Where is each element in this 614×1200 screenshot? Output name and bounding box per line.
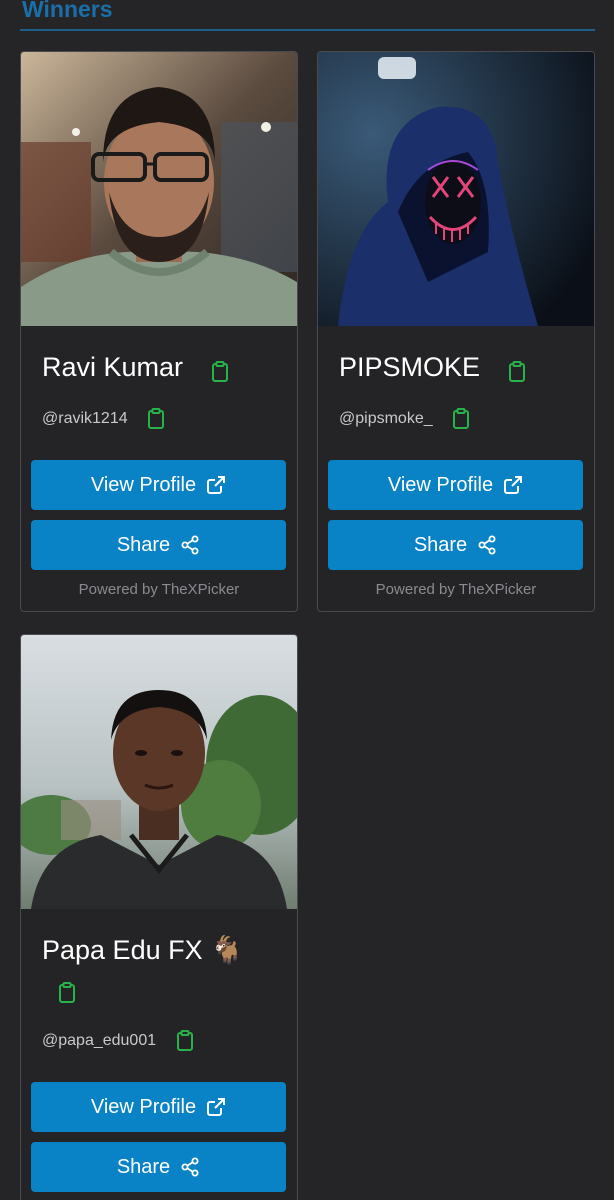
clipboard-icon[interactable] bbox=[57, 982, 77, 1004]
profile-photo bbox=[21, 52, 297, 326]
clipboard-icon[interactable] bbox=[451, 408, 471, 430]
powered-by-text: Powered by TheXPicker bbox=[78, 581, 240, 598]
external-link-icon bbox=[503, 475, 523, 495]
clipboard-icon[interactable] bbox=[175, 1030, 195, 1052]
share-label: Share bbox=[116, 533, 171, 556]
section-title: Winners bbox=[22, 0, 113, 22]
view-profile-button[interactable]: View Profile bbox=[31, 1082, 286, 1132]
name-row: Ravi Kumar bbox=[42, 350, 230, 384]
profile-photo bbox=[318, 52, 594, 326]
view-profile-button[interactable]: View Profile bbox=[328, 460, 583, 510]
external-link-icon bbox=[206, 1097, 226, 1117]
view-profile-label: View Profile bbox=[90, 1095, 197, 1118]
share-button[interactable]: Share bbox=[328, 520, 583, 570]
view-profile-label: View Profile bbox=[387, 473, 494, 496]
share-icon bbox=[180, 1157, 200, 1177]
clipboard-icon[interactable] bbox=[507, 360, 527, 383]
handle-row: @pipsmoke_ bbox=[339, 408, 471, 430]
handle-row: @ravik1214 bbox=[42, 408, 166, 430]
winner-card: PIPSMOKE @pipsmoke_ View Profile Share P… bbox=[317, 51, 595, 612]
share-label: Share bbox=[413, 533, 468, 556]
share-icon bbox=[180, 535, 200, 555]
winner-name: PIPSMOKE bbox=[339, 352, 481, 382]
winner-handle: @ravik1214 bbox=[42, 410, 128, 428]
external-link-icon bbox=[206, 475, 226, 495]
winner-handle: @papa_edu001 bbox=[42, 1032, 157, 1050]
handle-row: @papa_edu001 bbox=[42, 1030, 195, 1052]
share-icon bbox=[477, 535, 497, 555]
profile-photo bbox=[21, 635, 297, 909]
view-profile-button[interactable]: View Profile bbox=[31, 460, 286, 510]
winners-page: Winners Ravi Kumar @ravik1214 View Profi… bbox=[0, 0, 614, 1200]
winner-card: Papa Edu FX 🐐 @papa_edu001 View Profile … bbox=[20, 634, 298, 1200]
section-header: Winners bbox=[20, 0, 595, 31]
clipboard-icon[interactable] bbox=[146, 408, 166, 430]
name-row: PIPSMOKE bbox=[339, 350, 527, 384]
winner-handle: @pipsmoke_ bbox=[339, 410, 433, 428]
share-label: Share bbox=[116, 1155, 171, 1178]
powered-by-text: Powered by TheXPicker bbox=[375, 581, 537, 598]
winner-card: Ravi Kumar @ravik1214 View Profile Share… bbox=[20, 51, 298, 612]
winner-name: Papa Edu FX 🐐 bbox=[42, 935, 244, 965]
share-button[interactable]: Share bbox=[31, 520, 286, 570]
name-row: Papa Edu FX 🐐 bbox=[42, 933, 282, 967]
share-button[interactable]: Share bbox=[31, 1142, 286, 1192]
winner-name: Ravi Kumar bbox=[42, 352, 184, 382]
view-profile-label: View Profile bbox=[90, 473, 197, 496]
clipboard-icon[interactable] bbox=[210, 360, 230, 383]
